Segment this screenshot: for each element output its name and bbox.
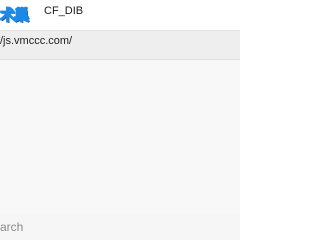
url-entry[interactable]: /js.vmccc.com/: [0, 30, 240, 60]
search-placeholder: arch: [0, 220, 24, 234]
format-label: CF_DIB: [44, 5, 84, 17]
content-area: [0, 60, 240, 214]
url-text: /js.vmccc.com/: [0, 35, 73, 47]
search-field[interactable]: arch: [0, 214, 240, 240]
clipboard-window: 术巢 CF_DIB /js.vmccc.com/ arch: [0, 0, 240, 240]
logo-thumbnail: 术巢: [0, 6, 30, 24]
clipboard-entry[interactable]: 术巢 CF_DIB: [0, 0, 240, 30]
